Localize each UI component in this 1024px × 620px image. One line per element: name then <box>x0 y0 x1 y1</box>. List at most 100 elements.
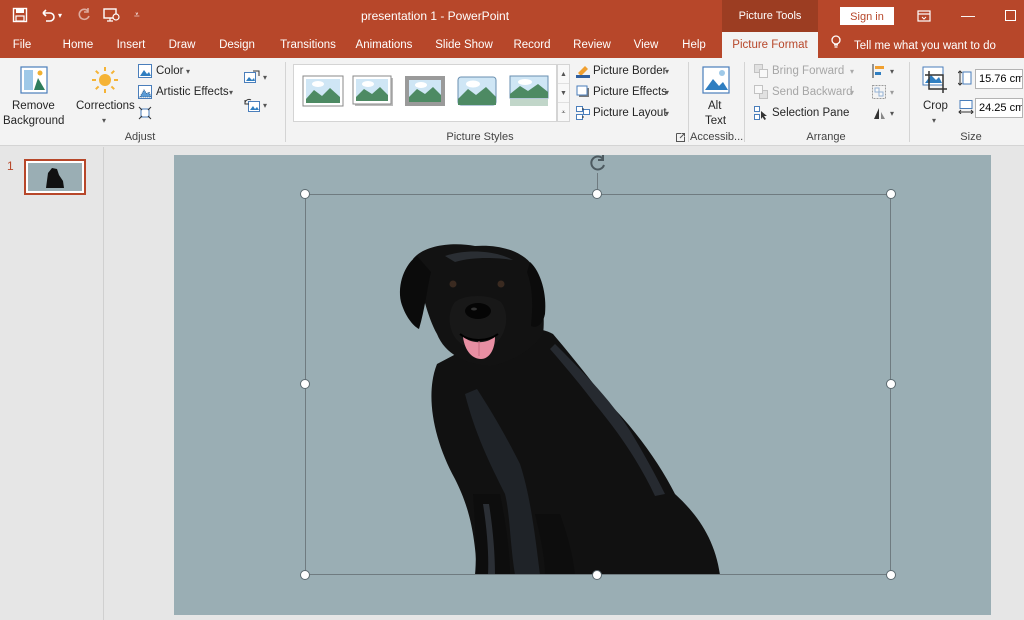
reset-picture-button[interactable]: ▾ <box>244 98 272 114</box>
remove-background-label-1: Remove <box>12 100 55 112</box>
resize-handle-left[interactable] <box>300 379 310 389</box>
artistic-effects-icon <box>138 85 152 99</box>
bring-forward-dropdown-icon: ▾ <box>850 67 855 76</box>
picture-effects-label: Picture Effects <box>593 86 667 98</box>
compress-pictures-icon <box>138 106 152 120</box>
ribbon-display-options-icon[interactable] <box>902 0 946 32</box>
selection-pane-icon <box>754 106 768 120</box>
remove-background-icon <box>20 66 48 97</box>
resize-handle-top-right[interactable] <box>886 189 896 199</box>
picture-layout-button[interactable]: Picture Layout ▾ <box>576 106 676 122</box>
tab-review[interactable]: Review <box>568 32 616 58</box>
gallery-scroll-down-icon[interactable]: ▼ <box>558 84 569 103</box>
bring-forward-label: Bring Forward <box>772 65 845 77</box>
group-separator <box>285 62 286 142</box>
picture-border-button[interactable]: Picture Border ▾ <box>576 64 676 80</box>
rotate-objects-button[interactable]: ▾ <box>872 106 900 122</box>
tab-transitions[interactable]: Transitions <box>272 32 344 58</box>
shape-width-icon <box>958 100 974 115</box>
rotate-handle-stem <box>597 173 598 189</box>
tab-file[interactable]: File <box>4 32 40 58</box>
selection-pane-label: Selection Pane <box>772 107 850 119</box>
picture-effects-dropdown-icon: ▾ <box>665 88 670 97</box>
resize-handle-right[interactable] <box>886 379 896 389</box>
picture-style-shadow-frame[interactable] <box>352 75 394 107</box>
artistic-effects-label: Artistic Effects <box>156 86 229 98</box>
change-picture-button[interactable]: ▾ <box>244 70 272 86</box>
tell-me-search[interactable]: Tell me what you want to do <box>830 32 996 58</box>
send-backward-dropdown-icon: ▾ <box>850 88 855 97</box>
accessibility-group-label: Accessib... <box>690 131 744 143</box>
picture-effects-button[interactable]: Picture Effects ▾ <box>576 85 676 101</box>
group-separator <box>744 62 745 142</box>
minimize-icon[interactable]: — <box>946 0 990 32</box>
artistic-effects-dropdown-icon: ▾ <box>229 88 234 97</box>
sign-in-button[interactable]: Sign in <box>840 7 894 25</box>
corrections-dropdown-icon: ▾ <box>102 116 107 125</box>
resize-handle-bottom[interactable] <box>592 570 602 580</box>
resize-handle-bottom-right[interactable] <box>886 570 896 580</box>
slide-thumbnail[interactable] <box>24 159 86 195</box>
slide-number: 1 <box>7 159 14 173</box>
sun-icon <box>91 66 119 97</box>
picture-tools-context-label: Picture Tools <box>722 0 818 32</box>
picture-effects-icon <box>576 85 590 99</box>
selection-pane-button[interactable]: Selection Pane <box>754 106 860 122</box>
gallery-more-icon[interactable]: ⩡ <box>558 103 569 122</box>
alt-text-button[interactable]: Alt Text <box>696 62 736 128</box>
tab-picture-format[interactable]: Picture Format <box>722 32 818 58</box>
picture-border-label: Picture Border <box>593 65 667 77</box>
artistic-effects-button[interactable]: Artistic Effects ▾ <box>138 85 238 101</box>
rotate-objects-dropdown-icon: ▾ <box>890 109 895 118</box>
compress-pictures-button[interactable] <box>138 106 154 122</box>
tab-insert[interactable]: Insert <box>110 32 152 58</box>
bring-forward-button[interactable]: Bring Forward ▾ <box>754 64 860 80</box>
maximize-icon[interactable] <box>988 0 1024 32</box>
align-dropdown-icon: ▾ <box>890 67 895 76</box>
picture-style-simple-frame[interactable] <box>302 75 344 107</box>
reset-picture-icon <box>244 98 260 112</box>
shape-height-icon <box>957 70 972 86</box>
crop-dropdown-icon: ▾ <box>932 116 937 125</box>
picture-style-soft-edge[interactable] <box>456 75 498 107</box>
color-button[interactable]: Color ▾ <box>138 64 198 80</box>
picture-layout-icon <box>576 106 590 120</box>
tab-animations[interactable]: Animations <box>350 32 418 58</box>
lightbulb-icon <box>830 32 844 58</box>
corrections-label: Corrections <box>76 100 135 112</box>
shape-width-input[interactable] <box>975 98 1023 118</box>
tab-slide-show[interactable]: Slide Show <box>430 32 498 58</box>
tab-home[interactable]: Home <box>56 32 100 58</box>
tab-draw[interactable]: Draw <box>162 32 202 58</box>
corrections-button[interactable]: Corrections ▾ <box>74 62 136 128</box>
gallery-scroll[interactable]: ▲ ▼ ⩡ <box>557 64 570 122</box>
group-objects-button[interactable]: ▾ <box>872 85 900 101</box>
picture-style-metal-frame[interactable] <box>404 75 446 107</box>
tab-help[interactable]: Help <box>676 32 712 58</box>
picture-border-icon <box>576 64 590 78</box>
rotate-handle-icon[interactable] <box>588 153 608 173</box>
picture-style-reflected[interactable] <box>508 75 550 107</box>
picture-styles-group-label: Picture Styles <box>446 131 514 143</box>
group-separator <box>688 62 689 142</box>
size-group-label: Size <box>960 131 982 143</box>
tab-design[interactable]: Design <box>212 32 262 58</box>
crop-button[interactable]: Crop ▾ <box>918 62 954 128</box>
align-icon <box>872 64 886 78</box>
crop-label: Crop <box>923 100 948 112</box>
color-dropdown-icon: ▾ <box>186 67 191 76</box>
align-button[interactable]: ▾ <box>872 64 900 80</box>
remove-background-button[interactable]: Remove Background <box>2 62 66 128</box>
format-picture-dialog-launcher-icon[interactable] <box>676 131 686 142</box>
gallery-scroll-up-icon[interactable]: ▲ <box>558 65 569 84</box>
tab-view[interactable]: View <box>626 32 666 58</box>
color-label: Color <box>156 65 184 77</box>
resize-handle-top[interactable] <box>592 189 602 199</box>
send-backward-button[interactable]: Send Backward ▾ <box>754 85 860 101</box>
resize-handle-bottom-left[interactable] <box>300 570 310 580</box>
resize-handle-top-left[interactable] <box>300 189 310 199</box>
tab-record[interactable]: Record <box>508 32 556 58</box>
alt-text-label-2: Text <box>705 115 727 127</box>
slide-thumbnail-pane: 1 <box>0 147 104 620</box>
shape-height-input[interactable] <box>975 69 1023 89</box>
